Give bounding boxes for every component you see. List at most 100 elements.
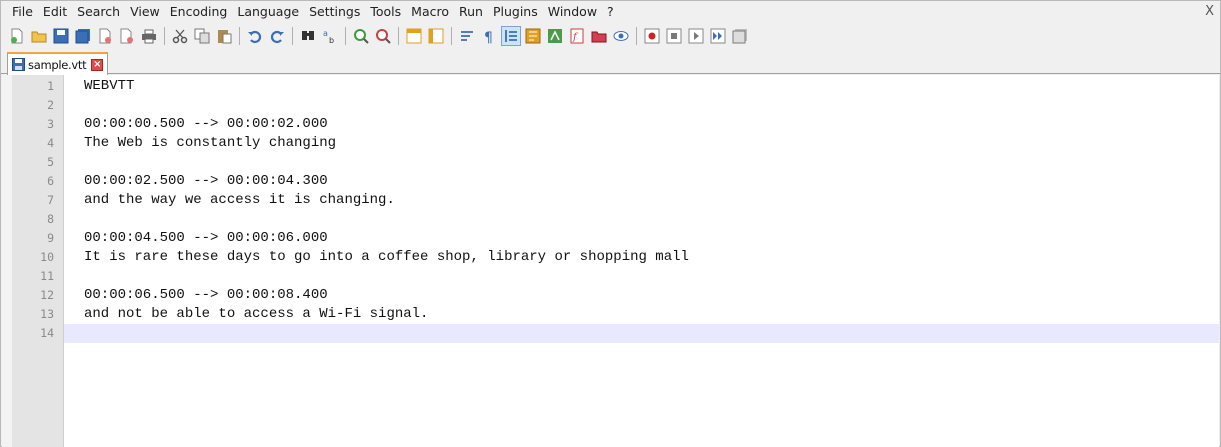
- folder-button[interactable]: [589, 26, 609, 46]
- paste-icon: [218, 30, 232, 44]
- menu-plugins[interactable]: Plugins: [488, 1, 543, 23]
- redo-icon: [270, 30, 284, 44]
- editor-line[interactable]: 10 It is rare these days to go into a cof…: [2, 248, 1219, 267]
- line-text[interactable]: WEBVTT: [84, 77, 134, 96]
- line-text[interactable]: 00:00:02.500 --> 00:00:04.300: [84, 172, 328, 191]
- menu-macro[interactable]: Macro: [406, 1, 454, 23]
- editor-line[interactable]: 9 00:00:04.500 --> 00:00:06.000: [2, 229, 1219, 248]
- menu-search[interactable]: Search: [72, 1, 125, 23]
- editor-line[interactable]: 3 00:00:00.500 --> 00:00:02.000: [2, 115, 1219, 134]
- editor-line[interactable]: 14: [2, 324, 1219, 343]
- redo-button[interactable]: [267, 26, 287, 46]
- line-number: 3: [47, 117, 54, 131]
- new-file-button[interactable]: [7, 26, 27, 46]
- editor-line[interactable]: 8: [2, 210, 1219, 229]
- save-button[interactable]: [51, 26, 71, 46]
- monitoring-button[interactable]: [611, 26, 631, 46]
- menu-view[interactable]: View: [125, 1, 165, 23]
- line-number: 12: [40, 288, 54, 302]
- editor-line[interactable]: 5: [2, 153, 1219, 172]
- save-macro-button[interactable]: [730, 26, 750, 46]
- editor-line[interactable]: 2: [2, 96, 1219, 115]
- menu-encoding[interactable]: Encoding: [165, 1, 233, 23]
- undo-icon: [248, 30, 262, 44]
- editor-line[interactable]: 12 00:00:06.500 --> 00:00:08.400: [2, 286, 1219, 305]
- record-macro-button[interactable]: [642, 26, 662, 46]
- replace-button[interactable]: ab: [320, 26, 340, 46]
- line-text[interactable]: The Web is constantly changing: [84, 134, 336, 153]
- editor-line[interactable]: 1 WEBVTT: [2, 77, 1219, 96]
- indent-guide-button[interactable]: [501, 26, 521, 46]
- zoom-out-button[interactable]: [373, 26, 393, 46]
- close-button[interactable]: [95, 26, 115, 46]
- word-wrap-button[interactable]: [457, 26, 477, 46]
- indent-guide-icon: [505, 30, 517, 42]
- line-text[interactable]: and not be able to access a Wi-Fi signal…: [84, 305, 428, 324]
- line-number: 6: [47, 174, 54, 188]
- line-text[interactable]: 00:00:04.500 --> 00:00:06.000: [84, 229, 328, 248]
- menu-edit[interactable]: Edit: [38, 1, 72, 23]
- text-editor[interactable]: 1 WEBVTT 2 3 00:00:00.500 --> 00:00:02.000 4 T…: [2, 75, 1219, 447]
- paste-button[interactable]: [214, 26, 234, 46]
- editor-line[interactable]: 6 00:00:02.500 --> 00:00:04.300: [2, 172, 1219, 191]
- line-number: 1: [47, 79, 54, 93]
- line-text[interactable]: It is rare these days to go into a coffe…: [84, 248, 689, 267]
- save-all-icon: [75, 29, 90, 44]
- open-file-icon: [31, 31, 47, 43]
- save-icon: [53, 28, 69, 44]
- print-icon: [142, 29, 156, 44]
- close-all-button[interactable]: [117, 26, 137, 46]
- cut-button[interactable]: [170, 26, 190, 46]
- toolbar-separator: [398, 27, 399, 45]
- find-icon: [302, 31, 314, 40]
- menu-language[interactable]: Language: [232, 1, 304, 23]
- show-all-chars-button[interactable]: ¶: [479, 26, 499, 46]
- undo-button[interactable]: [245, 26, 265, 46]
- document-map-button[interactable]: [523, 26, 543, 46]
- cut-icon: [172, 29, 188, 44]
- open-file-button[interactable]: [29, 26, 49, 46]
- run-macro-multiple-button[interactable]: [708, 26, 728, 46]
- notepad-window: File Edit Search View Encoding Language Settin…: [0, 0, 1221, 447]
- line-text[interactable]: 00:00:00.500 --> 00:00:02.000: [84, 115, 328, 134]
- stop-recording-button[interactable]: [664, 26, 684, 46]
- toolbar-separator: [239, 27, 240, 45]
- stop-recording-icon: [666, 28, 682, 44]
- menu-settings[interactable]: Settings: [304, 1, 365, 23]
- toolbar-separator: [292, 27, 293, 45]
- tab-close-icon[interactable]: ×: [91, 58, 104, 71]
- folder-workspace-button[interactable]: f: [567, 26, 587, 46]
- tab-sample-vtt[interactable]: sample.vtt ×: [7, 52, 109, 75]
- save-all-button[interactable]: [73, 26, 93, 46]
- editor-line[interactable]: 4 The Web is constantly changing: [2, 134, 1219, 153]
- editor-line[interactable]: 13 and not be able to access a Wi-Fi sign…: [2, 305, 1219, 324]
- copy-button[interactable]: [192, 26, 212, 46]
- menu-file[interactable]: File: [7, 1, 38, 23]
- print-button[interactable]: [139, 26, 159, 46]
- menu-run[interactable]: Run: [454, 1, 488, 23]
- toolbar-separator: [345, 27, 346, 45]
- svg-text:b: b: [329, 36, 334, 44]
- menu-tools[interactable]: Tools: [365, 1, 406, 23]
- tab-bar: sample.vtt ×: [1, 49, 1220, 75]
- zoom-in-icon: [354, 29, 369, 44]
- playback-button[interactable]: [686, 26, 706, 46]
- line-number: 2: [47, 98, 54, 112]
- sync-horizontal-button[interactable]: [426, 26, 446, 46]
- line-text[interactable]: 00:00:06.500 --> 00:00:08.400: [84, 286, 328, 305]
- editor-line[interactable]: 7 and the way we access it is changing.: [2, 191, 1219, 210]
- line-text[interactable]: and the way we access it is changing.: [84, 191, 395, 210]
- menu-help[interactable]: ?: [602, 1, 619, 23]
- close-document-button[interactable]: X: [1205, 1, 1214, 23]
- editor-line[interactable]: 11: [2, 267, 1219, 286]
- line-number: 8: [47, 212, 54, 226]
- close-all-icon: [120, 28, 133, 44]
- function-list-button[interactable]: [545, 26, 565, 46]
- zoom-in-button[interactable]: [351, 26, 371, 46]
- sync-vertical-button[interactable]: [404, 26, 424, 46]
- find-button[interactable]: [298, 26, 318, 46]
- record-macro-icon: [644, 28, 660, 44]
- menu-window[interactable]: Window: [543, 1, 602, 23]
- copy-icon: [194, 28, 210, 44]
- sync-horizontal-icon: [428, 28, 444, 44]
